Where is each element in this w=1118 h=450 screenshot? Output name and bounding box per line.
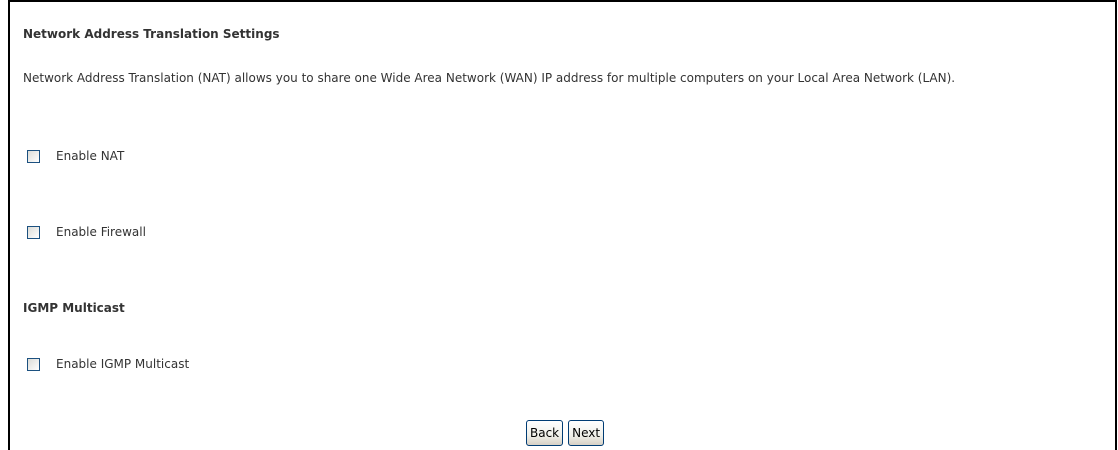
nat-description: Network Address Translation (NAT) allows… — [23, 71, 956, 85]
enable-igmp-label: Enable IGMP Multicast — [56, 357, 190, 371]
igmp-multicast-title: IGMP Multicast — [23, 301, 125, 315]
page-frame: Network Address Translation Settings Net… — [8, 0, 1117, 450]
enable-nat-label: Enable NAT — [56, 149, 125, 163]
nat-settings-title: Network Address Translation Settings — [23, 27, 280, 41]
next-button[interactable]: Next — [568, 420, 605, 446]
back-button[interactable]: Back — [526, 420, 564, 446]
enable-igmp-checkbox[interactable] — [27, 357, 40, 371]
enable-nat-option[interactable]: Enable NAT — [27, 148, 124, 164]
enable-firewall-option[interactable]: Enable Firewall — [27, 224, 146, 240]
enable-firewall-label: Enable Firewall — [56, 225, 146, 239]
navigation-buttons: Back Next — [526, 420, 609, 446]
enable-firewall-checkbox[interactable] — [27, 225, 40, 239]
enable-nat-checkbox[interactable] — [27, 149, 40, 163]
enable-igmp-option[interactable]: Enable IGMP Multicast — [27, 356, 189, 372]
